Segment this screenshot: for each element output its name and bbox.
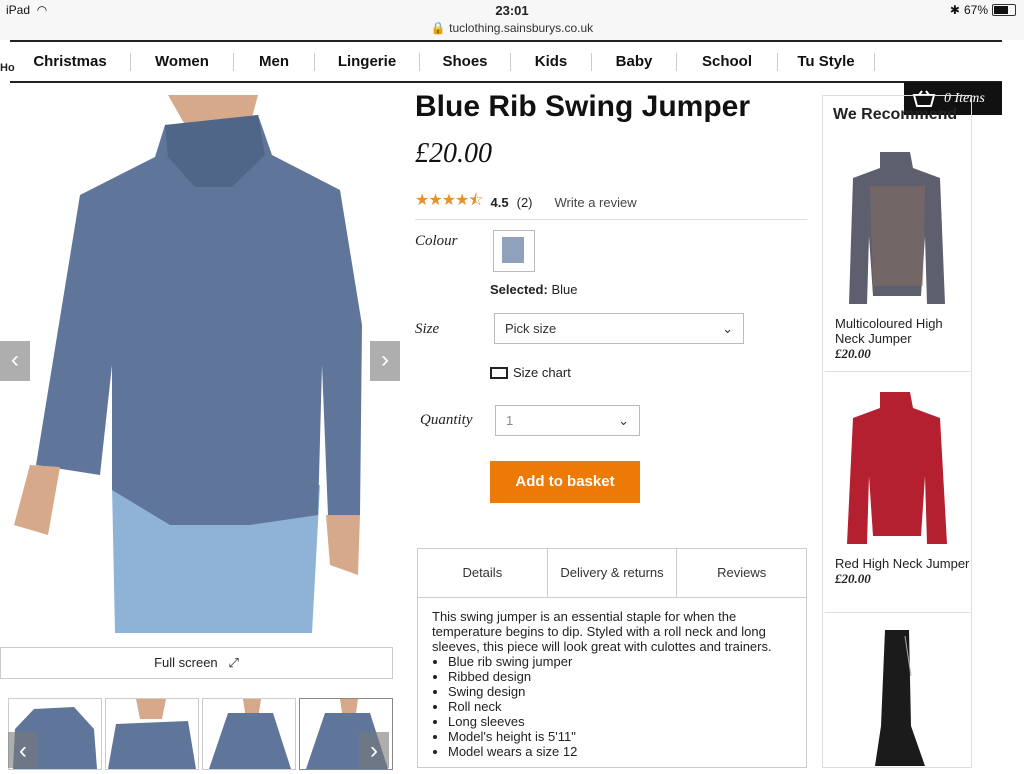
nav-border-bottom bbox=[10, 81, 1002, 83]
tab-details[interactable]: Details bbox=[418, 549, 547, 597]
quantity-select-value: 1 bbox=[506, 413, 514, 428]
recommend-heading: We Recommend bbox=[833, 106, 958, 123]
recommend-item-1[interactable]: Multicoloured High Neck Jumper £20.00 bbox=[825, 146, 970, 362]
chevron-down-icon: ⌄ bbox=[722, 320, 733, 336]
nav-school[interactable]: School bbox=[677, 52, 778, 71]
list-item: Model wears a size 12 bbox=[448, 744, 792, 759]
bluetooth-icon: ✱ bbox=[949, 3, 960, 17]
url-bar[interactable]: 🔒 tuclothing.sainsburys.co.uk bbox=[0, 21, 1024, 35]
list-item: Blue rib swing jumper bbox=[448, 654, 792, 669]
divider bbox=[415, 219, 807, 220]
thumb-next-arrow[interactable]: › bbox=[359, 732, 389, 768]
list-item: Model's height is 5'11" bbox=[448, 729, 792, 744]
list-item: Swing design bbox=[448, 684, 792, 699]
nav-lingerie[interactable]: Lingerie bbox=[315, 52, 420, 71]
recommend-item-image bbox=[849, 152, 945, 304]
nav-women[interactable]: Women bbox=[131, 52, 234, 71]
details-list: Blue rib swing jumper Ribbed design Swin… bbox=[432, 654, 792, 759]
battery-icon bbox=[992, 4, 1016, 16]
selected-label: Selected: bbox=[490, 282, 548, 297]
size-chart-label: Size chart bbox=[513, 365, 571, 380]
full-screen-button[interactable]: Full screen ⤢ bbox=[0, 647, 393, 679]
nav-christmas[interactable]: Christmas bbox=[10, 52, 131, 71]
tab-reviews[interactable]: Reviews bbox=[676, 549, 807, 597]
recommend-item-image bbox=[875, 630, 925, 766]
quantity-select[interactable]: 1 ⌄ bbox=[495, 405, 640, 436]
product-tabs: Details Delivery & returns Reviews bbox=[417, 548, 807, 598]
details-panel: This swing jumper is an essential staple… bbox=[417, 597, 807, 768]
nav-shoes[interactable]: Shoes bbox=[420, 52, 511, 71]
status-bar: iPad ◠ 23:01 🔒 tuclothing.sainsburys.co.… bbox=[0, 0, 1024, 40]
add-to-basket-button[interactable]: Add to basket bbox=[490, 461, 640, 503]
divider bbox=[825, 612, 970, 613]
thumbnail-image bbox=[108, 699, 196, 769]
star-rating-icon: ★★★★⯪ bbox=[415, 192, 484, 209]
colour-label: Colour bbox=[415, 233, 458, 249]
thumbnail-3[interactable] bbox=[202, 698, 296, 770]
battery-percent: 67% bbox=[963, 3, 988, 17]
colour-swatch-blue[interactable] bbox=[493, 230, 535, 272]
list-item: Ribbed design bbox=[448, 669, 792, 684]
product-price: £20.00 bbox=[415, 138, 492, 169]
thumbnail-image bbox=[209, 699, 291, 769]
size-select[interactable]: Pick size ⌄ bbox=[494, 313, 744, 344]
main-nav: Christmas Women Men Lingerie Shoes Kids … bbox=[10, 42, 875, 81]
status-time: 23:01 bbox=[495, 3, 529, 18]
list-item: Roll neck bbox=[448, 699, 792, 714]
rating-value: 4.5 bbox=[490, 195, 509, 210]
nav-men[interactable]: Men bbox=[234, 52, 315, 71]
image-prev-arrow[interactable]: ‹ bbox=[0, 341, 30, 381]
list-item: Long sleeves bbox=[448, 714, 792, 729]
recommend-item-price: £20.00 bbox=[835, 346, 871, 361]
quantity-label: Quantity bbox=[420, 412, 473, 428]
rating-row: ★★★★⯪ 4.5 (2) Write a review bbox=[415, 189, 637, 216]
ruler-icon bbox=[490, 366, 508, 379]
lock-icon: 🔒 bbox=[430, 21, 446, 35]
image-next-arrow[interactable]: › bbox=[370, 341, 400, 381]
nav-kids[interactable]: Kids bbox=[511, 52, 592, 71]
product-image[interactable] bbox=[0, 95, 400, 633]
selected-colour: Selected: Blue bbox=[490, 282, 577, 297]
divider bbox=[825, 371, 970, 372]
recommend-item-price: £20.00 bbox=[835, 571, 871, 586]
rating-count[interactable]: (2) bbox=[517, 195, 533, 210]
size-label: Size bbox=[415, 321, 440, 337]
details-description: This swing jumper is an essential staple… bbox=[432, 609, 772, 654]
thumbnail-2[interactable] bbox=[105, 698, 199, 770]
recommend-item-name: Multicoloured High Neck Jumper bbox=[835, 316, 943, 346]
full-screen-label: Full screen bbox=[154, 655, 218, 670]
recommendations-panel: We Recommend Multicoloured High Neck Jum… bbox=[822, 95, 972, 768]
size-chart-link[interactable]: Size chart bbox=[490, 365, 571, 380]
thumb-prev-arrow[interactable]: ‹ bbox=[8, 732, 38, 768]
nav-baby[interactable]: Baby bbox=[592, 52, 677, 71]
recommend-item-image bbox=[847, 392, 947, 544]
status-right: ✱ 67% bbox=[950, 3, 1016, 17]
product-title: Blue Rib Swing Jumper bbox=[415, 90, 751, 123]
recommend-item-2[interactable]: Red High Neck Jumper £20.00 bbox=[825, 386, 970, 587]
tab-delivery-returns[interactable]: Delivery & returns bbox=[546, 549, 677, 597]
chevron-down-icon: ⌄ bbox=[618, 412, 629, 428]
jumper-photo bbox=[0, 95, 400, 633]
expand-icon: ⤢ bbox=[221, 655, 239, 670]
write-review-link[interactable]: Write a review bbox=[555, 195, 637, 210]
size-select-value: Pick size bbox=[505, 321, 557, 336]
recommend-item-name: Red High Neck Jumper bbox=[835, 556, 970, 571]
recommend-item-3[interactable] bbox=[825, 626, 970, 774]
selected-value: Blue bbox=[551, 282, 578, 297]
url-text[interactable]: tuclothing.sainsburys.co.uk bbox=[449, 21, 593, 35]
nav-tu-style[interactable]: Tu Style bbox=[778, 52, 875, 71]
